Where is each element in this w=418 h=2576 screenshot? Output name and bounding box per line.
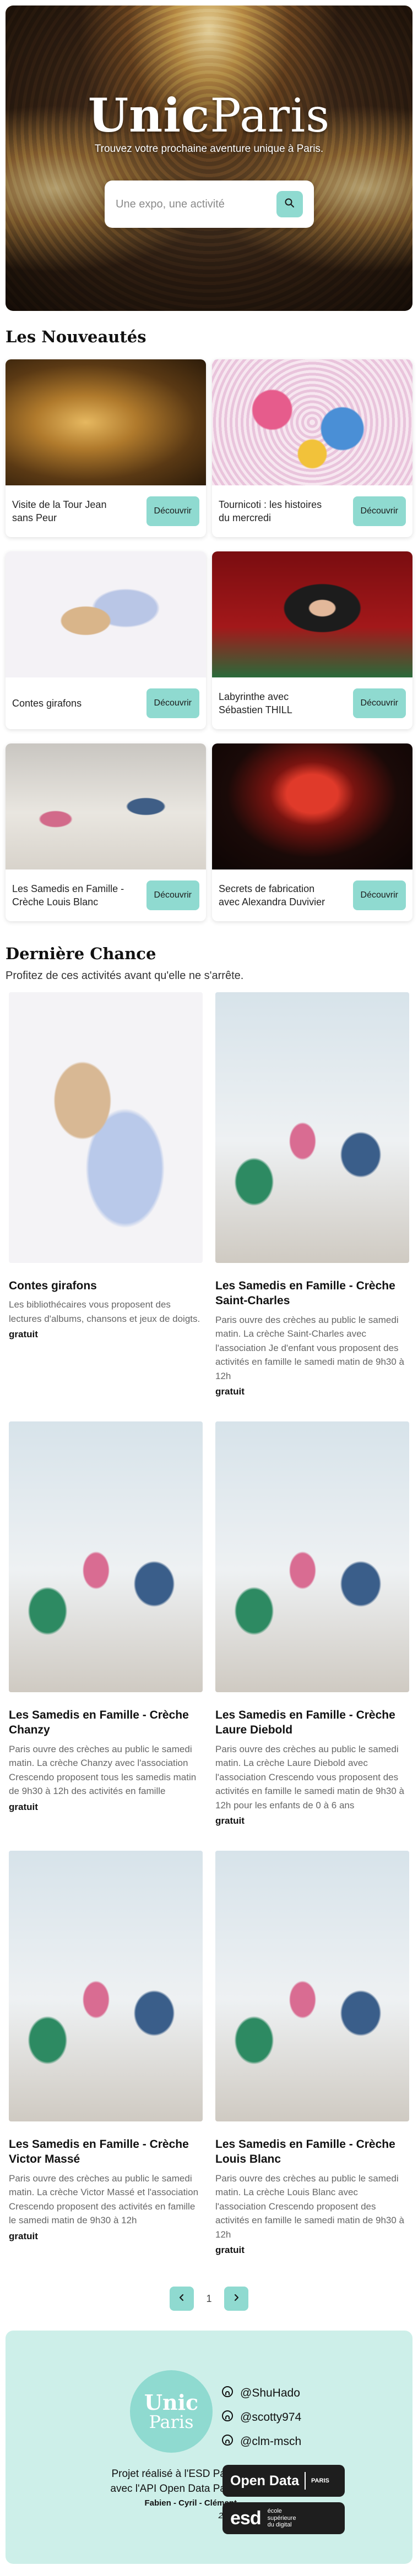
page-bottom-spacer xyxy=(0,2564,418,2576)
credits-line-2: avec l'API Open Data Paris xyxy=(110,2482,237,2495)
nouveautes-title: Les Nouveautés xyxy=(6,327,146,346)
nouveaute-card[interactable]: Secrets de fabrication avec Alexandra Du… xyxy=(212,743,412,921)
esd-subtitle: école supérieure du digital xyxy=(267,2508,296,2529)
github-link[interactable]: @ShuHado xyxy=(221,2381,301,2405)
event-image xyxy=(6,551,206,677)
event-description: Paris ouvre des crèches au public le sam… xyxy=(9,1743,197,1797)
discover-button[interactable]: Découvrir xyxy=(146,496,199,526)
nouveaute-card[interactable]: Les Samedis en Famille - Crèche Louis Bl… xyxy=(6,743,206,921)
github-icon xyxy=(221,2410,234,2425)
event-title: Les Samedis en Famille - Crèche Laure Di… xyxy=(215,1709,395,1737)
event-description: Paris ouvre des crèches au public le sam… xyxy=(215,1743,405,1811)
event-title: Tournicoti : les histoires du mercredi xyxy=(219,499,322,523)
event-title: Les Samedis en Famille - Crèche Louis Bl… xyxy=(12,883,124,907)
event-title: Secrets de fabrication avec Alexandra Du… xyxy=(219,883,325,907)
footer: Unic Paris @ShuHado @scotty974 @clm-msch… xyxy=(6,2331,412,2564)
social-handles: @ShuHado @scotty974 @clm-msch xyxy=(221,2381,301,2454)
last-chance-card[interactable]: Contes girafons Les bibliothécaires vous… xyxy=(6,992,206,1421)
event-image xyxy=(9,1421,203,1692)
nouveautes-grid: Visite de la Tour Jean sans Peur Découvr… xyxy=(6,359,412,921)
derniere-chance-subtitle: Profitez de ces activités avant qu'elle … xyxy=(6,970,244,982)
event-image xyxy=(215,1421,409,1692)
last-chance-card[interactable]: Les Samedis en Famille - Crèche Louis Bl… xyxy=(212,1851,412,2280)
event-price: gratuit xyxy=(9,2230,38,2241)
event-image xyxy=(215,992,409,1263)
open-data-label: Open Data xyxy=(230,2473,300,2489)
event-price: gratuit xyxy=(215,1386,245,1397)
last-chance-card[interactable]: Les Samedis en Famille - Crèche Saint-Ch… xyxy=(212,992,412,1421)
event-title: Les Samedis en Famille - Crèche Chanzy xyxy=(9,1709,189,1737)
hero-tagline: Trouvez votre prochaine aventure unique … xyxy=(94,143,324,155)
next-page-button[interactable] xyxy=(224,2287,248,2311)
github-link[interactable]: @scotty974 xyxy=(221,2405,301,2430)
event-title: Les Samedis en Famille - Crèche Victor M… xyxy=(9,2138,189,2166)
last-chance-card[interactable]: Les Samedis en Famille - Crèche Chanzy P… xyxy=(6,1421,206,1851)
event-price: gratuit xyxy=(9,1801,38,1812)
discover-button[interactable]: Découvrir xyxy=(352,496,406,526)
event-price: gratuit xyxy=(9,1329,38,1340)
event-title: Visite de la Tour Jean sans Peur xyxy=(12,499,107,523)
prev-page-button[interactable] xyxy=(170,2287,194,2311)
event-price: gratuit xyxy=(215,1815,245,1826)
discover-button[interactable]: Découvrir xyxy=(146,688,199,718)
pagination: 1 xyxy=(0,2282,418,2315)
open-data-paris-label: PARIS xyxy=(311,2477,329,2484)
event-title: Contes girafons xyxy=(12,697,82,709)
event-price: gratuit xyxy=(215,2245,245,2256)
handle-text: @scotty974 xyxy=(240,2411,302,2424)
derniere-chance-grid: Contes girafons Les bibliothécaires vous… xyxy=(6,992,412,2280)
event-description: Paris ouvre des crèches au public le sam… xyxy=(9,2173,199,2226)
event-description: Paris ouvre des crèches au public le sam… xyxy=(215,2173,405,2240)
discover-button[interactable]: Découvrir xyxy=(146,880,199,910)
event-title: Les Samedis en Famille - Crèche Saint-Ch… xyxy=(215,1279,395,1308)
github-icon xyxy=(221,2386,234,2401)
hero-banner: UnicParis Trouvez votre prochaine aventu… xyxy=(6,6,412,311)
hero-logo: UnicParis xyxy=(88,88,330,143)
event-image xyxy=(9,992,203,1263)
footer-logo: Unic Paris xyxy=(130,2370,213,2453)
last-chance-card[interactable]: Les Samedis en Famille - Crèche Laure Di… xyxy=(212,1421,412,1851)
discover-button[interactable]: Découvrir xyxy=(352,880,406,910)
nouveaute-card[interactable]: Tournicoti : les histoires du mercredi D… xyxy=(212,359,412,537)
esd-logo-text: esd xyxy=(230,2507,262,2529)
credits-year: 2023 xyxy=(72,2511,237,2520)
esd-badge[interactable]: esd école supérieure du digital xyxy=(222,2502,345,2534)
current-page: 1 xyxy=(206,2293,212,2304)
event-title: Labyrinthe avec Sébastien THILL xyxy=(219,691,292,715)
event-title: Les Samedis en Famille - Crèche Louis Bl… xyxy=(215,2138,395,2166)
event-image xyxy=(212,359,412,485)
last-chance-card[interactable]: Les Samedis en Famille - Crèche Victor M… xyxy=(6,1851,206,2280)
event-image xyxy=(215,1851,409,2121)
event-image xyxy=(9,1851,203,2121)
footer-credits: Projet réalisé à l'ESD Paris avec l'API … xyxy=(72,2467,237,2520)
event-description: Paris ouvre des crèches au public le sam… xyxy=(215,1314,405,1381)
credits-line-1: Projet réalisé à l'ESD Paris xyxy=(111,2468,237,2480)
search-bar xyxy=(105,181,314,228)
search-input[interactable] xyxy=(116,198,276,211)
search-icon xyxy=(284,198,295,211)
chevron-right-icon xyxy=(232,2293,241,2305)
credits-names: Fabien - Cyril - Clément xyxy=(144,2498,237,2508)
event-image xyxy=(212,743,412,869)
handle-text: @ShuHado xyxy=(240,2387,300,2399)
handle-text: @clm-msch xyxy=(240,2435,302,2448)
nouveaute-card[interactable]: Labyrinthe avec Sébastien THILL Découvri… xyxy=(212,551,412,729)
github-icon xyxy=(221,2434,234,2449)
discover-button[interactable]: Découvrir xyxy=(352,688,406,718)
badge-divider xyxy=(305,2472,306,2490)
nouveaute-card[interactable]: Contes girafons Découvrir xyxy=(6,551,206,729)
event-image xyxy=(212,551,412,677)
event-image xyxy=(6,359,206,485)
open-data-paris-badge[interactable]: Open Data PARIS xyxy=(222,2465,345,2497)
github-link[interactable]: @clm-msch xyxy=(221,2430,301,2454)
event-description: Les bibliothécaires vous proposent des l… xyxy=(9,1299,200,1324)
chevron-left-icon xyxy=(177,2293,186,2305)
search-button[interactable] xyxy=(276,191,303,217)
event-image xyxy=(6,743,206,869)
event-title: Contes girafons xyxy=(9,1279,97,1292)
nouveaute-card[interactable]: Visite de la Tour Jean sans Peur Découvr… xyxy=(6,359,206,537)
derniere-chance-title: Dernière Chance xyxy=(6,944,156,963)
